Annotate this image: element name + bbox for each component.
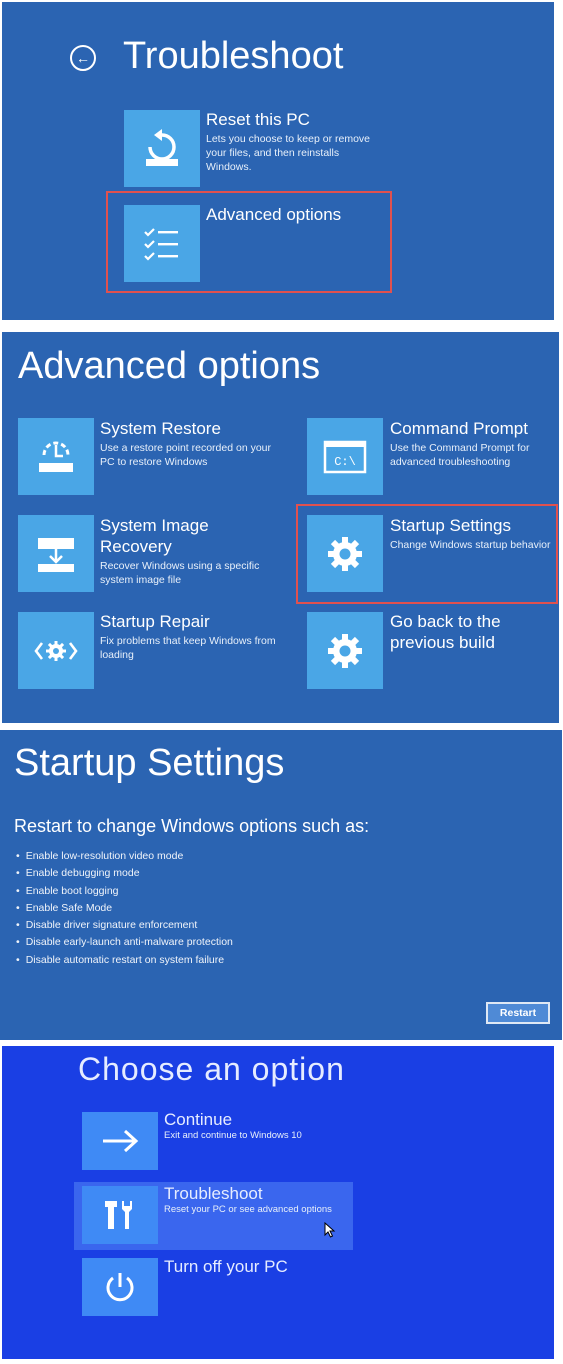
list-item: Enable low-resolution video mode xyxy=(16,848,233,865)
system-image-recovery-title[interactable]: System Image Recovery xyxy=(100,515,240,557)
advanced-options-panel: Advanced options System Restore Use a re… xyxy=(2,332,559,723)
system-restore-tile[interactable] xyxy=(18,418,94,495)
troubleshoot-desc: Reset your PC or see advanced options xyxy=(164,1204,332,1215)
go-back-tile[interactable] xyxy=(307,612,383,689)
continue-title[interactable]: Continue xyxy=(164,1109,232,1130)
choose-option-panel: Choose an option Continue Exit and conti… xyxy=(2,1046,554,1359)
startup-repair-tile[interactable] xyxy=(18,612,94,689)
mouse-cursor-icon xyxy=(324,1222,336,1238)
list-item: Enable Safe Mode xyxy=(16,900,233,917)
startup-repair-title[interactable]: Startup Repair xyxy=(100,611,210,632)
startup-repair-icon xyxy=(34,640,78,661)
list-item: Disable automatic restart on system fail… xyxy=(16,952,233,969)
continue-tile[interactable] xyxy=(82,1112,158,1170)
startup-options-list: Enable low-resolution video mode Enable … xyxy=(16,848,233,969)
list-item: Disable driver signature enforcement xyxy=(16,917,233,934)
command-prompt-icon-text: C:\ xyxy=(334,455,356,469)
restart-button[interactable]: Restart xyxy=(486,1002,550,1024)
back-button[interactable]: ← xyxy=(70,45,96,71)
highlight-box xyxy=(106,191,392,293)
system-image-recovery-desc: Recover Windows using a specific system … xyxy=(100,560,260,586)
reset-pc-tile[interactable] xyxy=(124,110,200,187)
gear-icon xyxy=(328,633,362,668)
troubleshoot-tile[interactable] xyxy=(82,1186,158,1244)
system-restore-desc: Use a restore point recorded on your PC … xyxy=(100,442,272,468)
system-restore-icon xyxy=(39,441,73,472)
system-image-recovery-tile[interactable] xyxy=(18,515,94,592)
page-title: Startup Settings xyxy=(14,742,285,784)
back-arrow-icon: ← xyxy=(76,50,90,66)
tools-icon xyxy=(105,1201,132,1229)
system-restore-title[interactable]: System Restore xyxy=(100,418,221,439)
power-icon xyxy=(106,1273,134,1302)
command-prompt-tile[interactable]: C:\ xyxy=(307,418,383,495)
reset-pc-title[interactable]: Reset this PC xyxy=(206,109,310,130)
continue-desc: Exit and continue to Windows 10 xyxy=(164,1130,302,1141)
arrow-right-icon xyxy=(103,1129,139,1153)
startup-settings-subtitle: Restart to change Windows options such a… xyxy=(14,816,370,836)
list-item: Disable early-launch anti-malware protec… xyxy=(16,934,233,951)
startup-repair-desc: Fix problems that keep Windows from load… xyxy=(100,635,276,661)
page-title: Troubleshoot xyxy=(123,35,344,77)
command-prompt-title[interactable]: Command Prompt xyxy=(390,418,528,439)
page-title: Choose an option xyxy=(78,1051,345,1087)
turn-off-title[interactable]: Turn off your PC xyxy=(164,1256,288,1277)
go-back-title[interactable]: Go back to the previous build xyxy=(390,611,520,653)
turn-off-tile[interactable] xyxy=(82,1258,158,1316)
list-item: Enable debugging mode xyxy=(16,865,233,882)
troubleshoot-title[interactable]: Troubleshoot xyxy=(164,1183,263,1204)
system-image-icon xyxy=(38,537,74,572)
startup-settings-panel: Startup Settings Restart to change Windo… xyxy=(0,730,562,1040)
page-title: Advanced options xyxy=(18,345,321,387)
list-item: Enable boot logging xyxy=(16,883,233,900)
highlight-box xyxy=(296,504,558,604)
command-prompt-icon: C:\ xyxy=(323,440,367,473)
reset-pc-desc: Lets you choose to keep or remove your f… xyxy=(206,133,371,173)
command-prompt-desc: Use the Command Prompt for advanced trou… xyxy=(390,442,530,468)
reset-icon xyxy=(146,128,178,166)
troubleshoot-panel: ← Troubleshoot Reset this PC Lets you ch… xyxy=(2,2,554,320)
